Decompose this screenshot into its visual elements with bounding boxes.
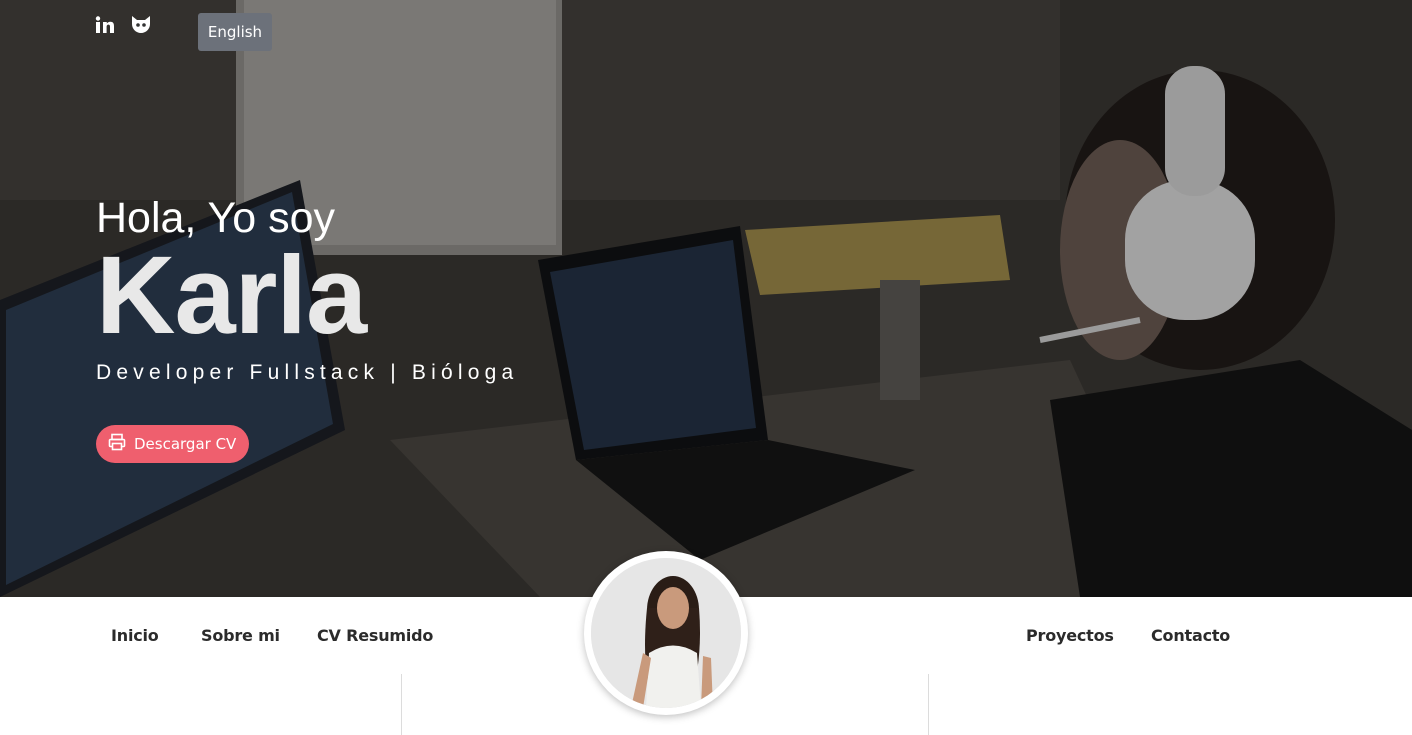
hero-subtitle: Developer Fullstack | Bióloga [96, 361, 519, 384]
nav-item-cv-resumido[interactable]: CV Resumido [317, 626, 433, 645]
column-divider [928, 674, 929, 735]
nav-item-proyectos[interactable]: Proyectos [1026, 626, 1114, 645]
download-cv-label: Descargar CV [134, 435, 237, 453]
hero-name: Karla [96, 234, 367, 357]
linkedin-icon[interactable] [94, 14, 116, 36]
nav-item-sobre-mi[interactable]: Sobre mi [201, 626, 280, 645]
social-links [94, 14, 152, 36]
printer-icon [108, 433, 126, 455]
hero-section: English Hola, Yo soy Karla Developer Ful… [0, 0, 1412, 597]
download-cv-button[interactable]: Descargar CV [96, 425, 250, 463]
language-toggle-button[interactable]: English [198, 13, 272, 51]
nav-item-contacto[interactable]: Contacto [1151, 626, 1230, 645]
nav-item-inicio[interactable]: Inicio [111, 626, 159, 645]
profile-avatar-frame [584, 551, 748, 715]
column-divider [401, 674, 402, 735]
avatar [591, 558, 741, 708]
github-icon[interactable] [130, 14, 152, 36]
